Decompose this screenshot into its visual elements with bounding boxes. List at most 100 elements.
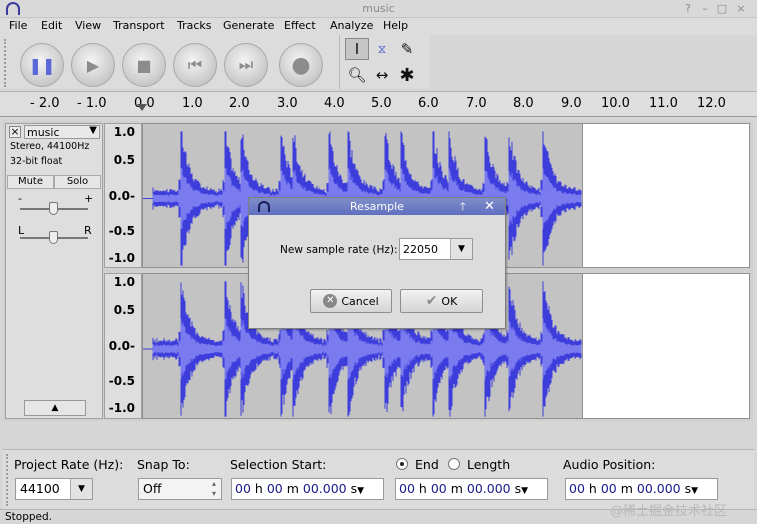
chevron-down-icon: ▼ bbox=[89, 125, 97, 136]
envelope-tool[interactable]: ⧖ bbox=[370, 38, 394, 60]
menu-view[interactable]: View bbox=[75, 19, 101, 32]
ruler-tick: - 2.0 bbox=[30, 96, 60, 111]
play-button[interactable]: ▶ bbox=[71, 43, 115, 87]
minutes-digits: 00 bbox=[600, 481, 617, 496]
chevron-down-icon[interactable]: ▼ bbox=[357, 486, 364, 496]
minimize-icon[interactable]: – bbox=[698, 2, 712, 16]
headphones-icon bbox=[258, 201, 270, 212]
length-radio[interactable] bbox=[448, 458, 460, 470]
minutes-digits: 00 bbox=[266, 481, 283, 496]
ruler-tick: 8.0 bbox=[513, 96, 534, 111]
stop-button[interactable]: ■ bbox=[122, 43, 166, 87]
asterisk-icon: ✱ bbox=[399, 64, 415, 86]
selection-start-field[interactable]: 00 h 00 m 00.000 s▼ bbox=[231, 478, 384, 500]
ok-button[interactable]: ✔ OK bbox=[400, 289, 483, 313]
audio-position-label: Audio Position: bbox=[563, 457, 656, 472]
toolbar-grip[interactable] bbox=[4, 39, 10, 87]
ruler-tick: 3.0 bbox=[277, 96, 298, 111]
checkmark-icon: ✔ bbox=[425, 293, 438, 309]
minutes-digits: 00 bbox=[430, 481, 447, 496]
record-button[interactable]: ● bbox=[279, 43, 323, 87]
snap-to-select[interactable]: Off ▴ ▾ bbox=[138, 478, 222, 500]
pause-button[interactable]: ❚❚ bbox=[20, 43, 64, 87]
play-icon: ▶ bbox=[86, 55, 100, 75]
end-label: End bbox=[415, 457, 439, 472]
cancel-label: Cancel bbox=[341, 294, 379, 308]
collapse-track-button[interactable]: ▲ bbox=[24, 400, 86, 416]
menu-analyze[interactable]: Analyze bbox=[330, 19, 373, 32]
record-icon: ● bbox=[291, 52, 311, 78]
ruler-tick: - 1.0 bbox=[77, 96, 107, 111]
length-label: Length bbox=[467, 457, 511, 472]
ruler-tick: 12.0 bbox=[697, 96, 726, 111]
vertical-scale-left: 1.0 0.5 0.0- -0.5 -1.0 bbox=[104, 123, 142, 268]
window-title: music bbox=[362, 2, 395, 15]
spinner-icon: ▴ ▾ bbox=[211, 479, 216, 498]
pencil-icon: ✎ bbox=[400, 40, 414, 58]
sample-rate-label: New sample rate (Hz): bbox=[280, 244, 398, 256]
ruler-tick: 5.0 bbox=[371, 96, 392, 111]
scale-label: 0.5 bbox=[113, 303, 135, 317]
menu-generate[interactable]: Generate bbox=[223, 19, 274, 32]
ruler-tick: 10.0 bbox=[601, 96, 630, 111]
magnifier-icon: 🔍︎ bbox=[347, 66, 367, 84]
selection-end-field[interactable]: 00 h 00 m 00.000 s▼ bbox=[395, 478, 548, 500]
ruler-tick: 7.0 bbox=[466, 96, 487, 111]
play-head-icon[interactable] bbox=[137, 104, 147, 111]
close-icon[interactable]: × bbox=[734, 2, 748, 16]
solo-button[interactable]: Solo bbox=[54, 175, 101, 189]
end-radio[interactable] bbox=[396, 458, 408, 470]
chevron-down-icon[interactable]: ▼ bbox=[691, 486, 698, 496]
gain-slider-thumb[interactable] bbox=[49, 202, 58, 215]
track-name-menu[interactable]: music ▼ bbox=[24, 125, 100, 139]
hours-unit: h bbox=[418, 481, 427, 496]
timeline-ruler[interactable]: - 2.0 - 1.0 0.0 1.0 2.0 3.0 4.0 5.0 6.0 … bbox=[0, 91, 757, 117]
menu-tracks[interactable]: Tracks bbox=[177, 19, 212, 32]
dialog-title-bar[interactable]: Resample 🡑 ✕ bbox=[249, 198, 505, 215]
menu-edit[interactable]: Edit bbox=[41, 19, 62, 32]
chevron-down-icon[interactable]: ▼ bbox=[70, 479, 92, 499]
close-icon[interactable]: ✕ bbox=[484, 198, 495, 215]
time-shift-tool[interactable]: ↔ bbox=[370, 64, 394, 86]
menu-transport[interactable]: Transport bbox=[113, 19, 165, 32]
ruler-tick: 9.0 bbox=[561, 96, 582, 111]
toolbar-grip[interactable] bbox=[6, 454, 10, 506]
keep-above-icon[interactable]: 🡑 bbox=[460, 198, 466, 215]
menu-effect[interactable]: Effect bbox=[284, 19, 316, 32]
selection-tool[interactable]: I bbox=[345, 38, 369, 60]
project-rate-combo[interactable]: 44100 ▼ bbox=[15, 478, 93, 500]
menu-help[interactable]: Help bbox=[383, 19, 408, 32]
dialog-title: Resample bbox=[350, 200, 404, 213]
tools-toolbar: I ⧖ ✎ 🔍︎ ↔ ✱ bbox=[340, 35, 430, 89]
audio-position-field[interactable]: 00 h 00 m 00.000 s▼ bbox=[565, 478, 718, 500]
selection-start-label: Selection Start: bbox=[230, 457, 327, 472]
sample-rate-combo[interactable]: 22050 ▼ bbox=[399, 238, 473, 260]
empty-track-area-left[interactable] bbox=[582, 123, 750, 268]
skip-to-end-button[interactable]: ⏭ bbox=[224, 43, 268, 87]
chevron-down-icon[interactable]: ▼ bbox=[521, 486, 528, 496]
draw-tool[interactable]: ✎ bbox=[395, 38, 419, 60]
skip-to-start-button[interactable]: ⏮ bbox=[173, 43, 217, 87]
pan-slider-thumb[interactable] bbox=[49, 231, 58, 244]
ruler-tick: 6.0 bbox=[418, 96, 439, 111]
menu-file[interactable]: File bbox=[9, 19, 27, 32]
vertical-scale-right: 1.0 0.5 0.0- -0.5 -1.0 bbox=[104, 273, 142, 419]
empty-track-area-right[interactable] bbox=[582, 273, 750, 419]
scale-label: 0.0- bbox=[108, 339, 135, 353]
ruler-tick: 2.0 bbox=[229, 96, 250, 111]
maximize-icon[interactable]: □ bbox=[715, 2, 729, 16]
gain-plus-label: + bbox=[84, 192, 94, 205]
help-icon[interactable]: ? bbox=[681, 2, 695, 16]
track-bit-depth: 32-bit float bbox=[10, 156, 63, 167]
envelope-icon: ⧖ bbox=[377, 41, 387, 56]
multi-tool[interactable]: ✱ bbox=[395, 64, 419, 86]
gain-minus-label: - bbox=[18, 192, 22, 205]
zoom-tool[interactable]: 🔍︎ bbox=[345, 64, 369, 86]
scale-label: 0.0- bbox=[108, 189, 135, 203]
mute-button[interactable]: Mute bbox=[7, 175, 54, 189]
hours-digits: 00 bbox=[235, 481, 251, 496]
cancel-button[interactable]: ✕ Cancel bbox=[310, 289, 392, 313]
ok-label: OK bbox=[441, 294, 458, 308]
chevron-down-icon[interactable]: ▼ bbox=[450, 239, 472, 259]
track-close-button[interactable]: × bbox=[9, 126, 21, 138]
